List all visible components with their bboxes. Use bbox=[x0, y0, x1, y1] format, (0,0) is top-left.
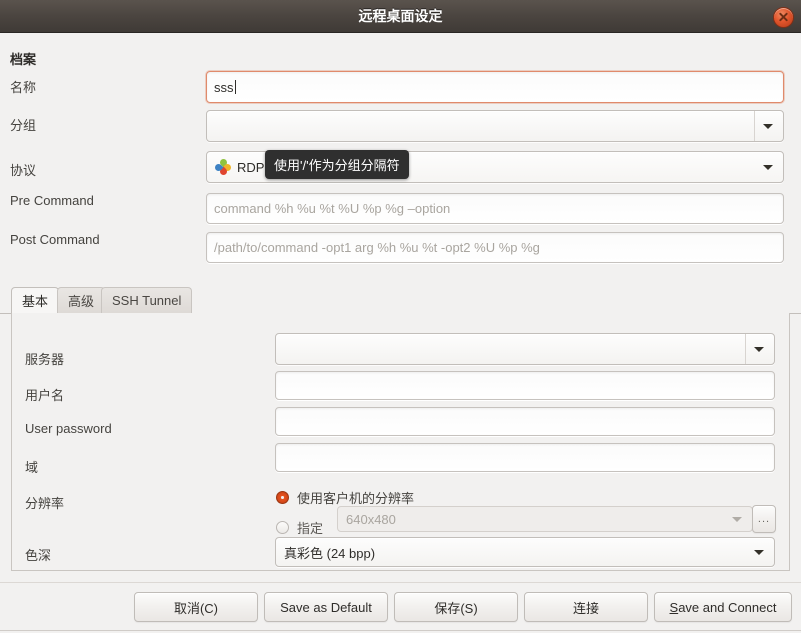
color-depth-combobox[interactable]: 真彩色 (24 bpp) bbox=[275, 537, 775, 567]
resolution-browse-button[interactable]: ... bbox=[752, 505, 776, 533]
color-depth-arrowbox[interactable] bbox=[746, 538, 774, 566]
post-command-placeholder: /path/to/command -opt1 arg %h %u %t -opt… bbox=[214, 240, 540, 255]
chevron-down-icon bbox=[754, 347, 764, 352]
pre-command-input[interactable]: command %h %u %t %U %p %g –option bbox=[206, 193, 784, 224]
pre-command-placeholder: command %h %u %t %U %p %g –option bbox=[214, 201, 451, 216]
protocol-combobox-value: RDP bbox=[237, 159, 265, 175]
resolution-custom-radio[interactable] bbox=[276, 521, 289, 534]
rdp-protocol-icon bbox=[213, 157, 233, 177]
color-depth-label: 色深 bbox=[25, 548, 52, 563]
window-bottom-edge bbox=[0, 630, 801, 631]
chevron-down-icon bbox=[763, 165, 773, 170]
save-and-connect-button-label: Save and Connect bbox=[670, 600, 777, 615]
protocol-combobox-value-wrap: RDP bbox=[213, 152, 265, 182]
name-label: 名称 bbox=[10, 80, 37, 95]
group-combobox[interactable] bbox=[206, 110, 784, 142]
resolution-client-radio-row[interactable]: 使用客户机的分辨率 bbox=[276, 488, 414, 507]
save-and-connect-rest: ave and Connect bbox=[678, 599, 777, 615]
chevron-down-icon bbox=[754, 550, 764, 555]
close-icon[interactable] bbox=[773, 7, 794, 28]
chevron-down-icon bbox=[732, 517, 742, 522]
resolution-client-label: 使用客户机的分辨率 bbox=[297, 491, 415, 506]
group-label: 分组 bbox=[10, 118, 37, 133]
resolution-browse-label: ... bbox=[757, 513, 771, 525]
protocol-combobox-arrowbox[interactable] bbox=[755, 152, 783, 182]
resolution-custom-label: 指定 bbox=[297, 521, 324, 536]
tab-advanced[interactable]: 高级 bbox=[57, 287, 106, 314]
profile-section-heading: 档案 bbox=[10, 52, 37, 67]
connect-button[interactable]: 连接 bbox=[524, 592, 648, 622]
resolution-client-radio[interactable] bbox=[276, 491, 289, 504]
color-depth-value: 真彩色 (24 bpp) bbox=[284, 545, 376, 561]
server-label: 服务器 bbox=[25, 352, 65, 367]
server-combobox[interactable] bbox=[275, 333, 775, 365]
resolution-custom-value: 640x480 bbox=[346, 511, 396, 527]
tab-ssh-tunnel[interactable]: SSH Tunnel bbox=[101, 287, 193, 314]
window-title: 远程桌面设定 bbox=[358, 8, 443, 24]
resolution-custom-combobox[interactable]: 640x480 bbox=[337, 506, 753, 532]
group-combobox-arrowbox[interactable] bbox=[754, 111, 783, 141]
save-button-label: 保存(S) bbox=[434, 600, 478, 616]
resolution-custom-radio-row[interactable]: 指定 bbox=[276, 518, 323, 537]
name-input[interactable]: sss bbox=[206, 71, 784, 103]
post-command-label: Post Command bbox=[10, 232, 100, 247]
resolution-custom-arrowbox[interactable] bbox=[728, 507, 752, 531]
tab-bar: 基本 高级 SSH Tunnel bbox=[0, 286, 801, 314]
cancel-button-label: 取消(C) bbox=[173, 600, 219, 616]
save-as-default-button[interactable]: Save as Default bbox=[264, 592, 388, 622]
resolution-label: 分辨率 bbox=[25, 496, 65, 511]
cancel-button[interactable]: 取消(C) bbox=[134, 592, 258, 622]
save-and-connect-button[interactable]: Save and Connect bbox=[654, 592, 792, 622]
protocol-label: 协议 bbox=[10, 163, 37, 178]
post-command-input[interactable]: /path/to/command -opt1 arg %h %u %t -opt… bbox=[206, 232, 784, 263]
footer-separator bbox=[0, 582, 801, 583]
username-input[interactable] bbox=[275, 371, 775, 400]
connect-button-label: 连接 bbox=[572, 600, 599, 616]
domain-label: 域 bbox=[25, 460, 39, 475]
tab-advanced-label: 高级 bbox=[68, 294, 95, 309]
save-as-default-button-label: Save as Default bbox=[280, 599, 372, 615]
username-label: 用户名 bbox=[25, 388, 65, 403]
server-combobox-arrowbox[interactable] bbox=[745, 334, 774, 364]
remote-desktop-preference-window: 远程桌面设定 档案 名称 sss 分组 协议 RDP Pre Command c… bbox=[0, 0, 801, 633]
group-separator-tooltip: 使用'/'作为分组分隔符 bbox=[265, 150, 409, 179]
save-button[interactable]: 保存(S) bbox=[394, 592, 518, 622]
basic-tab-panel: 服务器 用户名 User password 域 分辨率 使用客户机的分辨率 指定 bbox=[11, 313, 790, 571]
tab-basic[interactable]: 基本 bbox=[11, 287, 60, 314]
save-and-connect-mnemonic: S bbox=[669, 599, 679, 615]
name-input-value: sss bbox=[214, 79, 234, 95]
user-password-input[interactable] bbox=[275, 407, 775, 436]
tab-ssh-tunnel-label: SSH Tunnel bbox=[112, 293, 182, 308]
domain-input[interactable] bbox=[275, 443, 775, 472]
tab-basic-label: 基本 bbox=[22, 294, 49, 309]
text-caret bbox=[234, 80, 236, 94]
chevron-down-icon bbox=[763, 124, 773, 129]
user-password-label: User password bbox=[25, 421, 112, 436]
title-bar: 远程桌面设定 bbox=[0, 0, 801, 33]
pre-command-label: Pre Command bbox=[10, 193, 94, 208]
